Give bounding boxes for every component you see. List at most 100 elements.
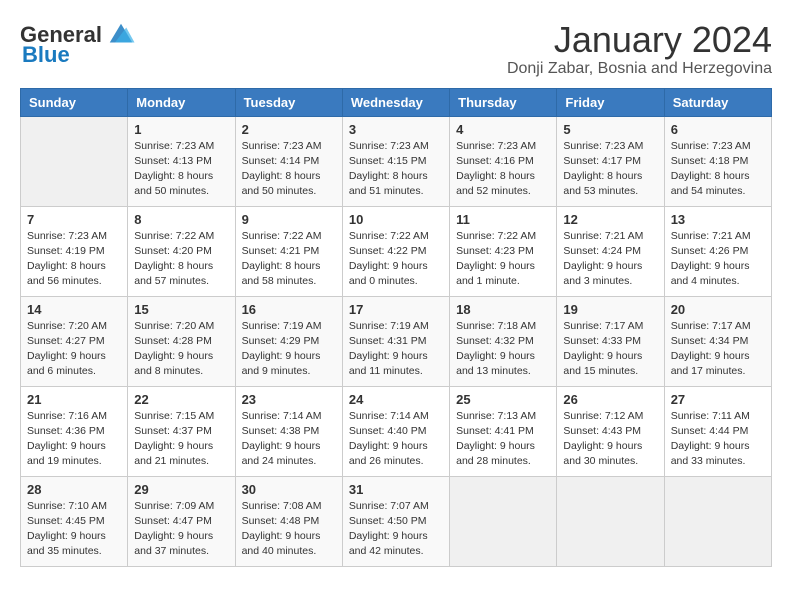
weekday-header-row: SundayMondayTuesdayWednesdayThursdayFrid… <box>21 88 772 116</box>
title-block: January 2024 Donji Zabar, Bosnia and Her… <box>507 20 772 78</box>
weekday-header-wednesday: Wednesday <box>342 88 449 116</box>
day-number: 16 <box>242 302 336 317</box>
day-info: Sunrise: 7:08 AMSunset: 4:48 PMDaylight:… <box>242 499 336 560</box>
day-info: Sunrise: 7:17 AMSunset: 4:34 PMDaylight:… <box>671 319 765 380</box>
day-info: Sunrise: 7:22 AMSunset: 4:22 PMDaylight:… <box>349 229 443 290</box>
calendar-cell: 9Sunrise: 7:22 AMSunset: 4:21 PMDaylight… <box>235 206 342 296</box>
calendar-cell <box>557 476 664 566</box>
calendar-cell: 30 Sunrise: 7:08 AMSunset: 4:48 PMDayligh… <box>235 476 342 566</box>
calendar-cell: 29Sunrise: 7:09 AMSunset: 4:47 PMDayligh… <box>128 476 235 566</box>
calendar-week-row: 7 Sunrise: 7:23 AMSunset: 4:19 PMDaylight… <box>21 206 772 296</box>
day-number: 27 <box>671 392 765 407</box>
day-number: 10 <box>349 212 443 227</box>
calendar-table: SundayMondayTuesdayWednesdayThursdayFrid… <box>20 88 772 567</box>
day-number: 11 <box>456 212 550 227</box>
day-info: Sunrise: 7:12 AMSunset: 4:43 PMDaylight:… <box>563 409 657 470</box>
calendar-cell: 25 Sunrise: 7:13 AMSunset: 4:41 PMDayligh… <box>450 386 557 476</box>
day-info: Sunrise: 7:23 AMSunset: 4:17 PMDaylight:… <box>563 139 657 200</box>
day-number: 7 <box>27 212 121 227</box>
calendar-cell <box>664 476 771 566</box>
weekday-header-thursday: Thursday <box>450 88 557 116</box>
calendar-week-row: 28 Sunrise: 7:10 AMSunset: 4:45 PMDayligh… <box>21 476 772 566</box>
day-info: Sunrise: 7:23 AMSunset: 4:14 PMDaylight:… <box>242 139 336 200</box>
calendar-cell: 21 Sunrise: 7:16 AMSunset: 4:36 PMDayligh… <box>21 386 128 476</box>
day-info: Sunrise: 7:09 AMSunset: 4:47 PMDaylight:… <box>134 499 228 560</box>
day-number: 17 <box>349 302 443 317</box>
day-info: Sunrise: 7:19 AMSunset: 4:29 PMDaylight:… <box>242 319 336 380</box>
day-number: 21 <box>27 392 121 407</box>
day-info: Sunrise: 7:10 AMSunset: 4:45 PMDaylight:… <box>27 499 121 560</box>
month-title: January 2024 <box>507 20 772 60</box>
calendar-week-row: 14Sunrise: 7:20 AMSunset: 4:27 PMDayligh… <box>21 296 772 386</box>
calendar-week-row: 1Sunrise: 7:23 AMSunset: 4:13 PMDaylight… <box>21 116 772 206</box>
weekday-header-sunday: Sunday <box>21 88 128 116</box>
logo: General Blue <box>20 20 136 66</box>
day-number: 24 <box>349 392 443 407</box>
day-number: 28 <box>27 482 121 497</box>
day-info: Sunrise: 7:21 AMSunset: 4:26 PMDaylight:… <box>671 229 765 290</box>
day-number: 13 <box>671 212 765 227</box>
day-number: 31 <box>349 482 443 497</box>
calendar-cell: 26 Sunrise: 7:12 AMSunset: 4:43 PMDayligh… <box>557 386 664 476</box>
day-number: 5 <box>563 122 657 137</box>
calendar-cell <box>450 476 557 566</box>
day-info: Sunrise: 7:17 AMSunset: 4:33 PMDaylight:… <box>563 319 657 380</box>
day-number: 15 <box>134 302 228 317</box>
calendar-cell: 10 Sunrise: 7:22 AMSunset: 4:22 PMDayligh… <box>342 206 449 296</box>
calendar-cell: 23Sunrise: 7:14 AMSunset: 4:38 PMDayligh… <box>235 386 342 476</box>
calendar-cell: 1Sunrise: 7:23 AMSunset: 4:13 PMDaylight… <box>128 116 235 206</box>
calendar-cell: 5 Sunrise: 7:23 AMSunset: 4:17 PMDaylight… <box>557 116 664 206</box>
day-number: 19 <box>563 302 657 317</box>
calendar-cell: 15 Sunrise: 7:20 AMSunset: 4:28 PMDayligh… <box>128 296 235 386</box>
day-number: 30 <box>242 482 336 497</box>
calendar-cell <box>21 116 128 206</box>
day-info: Sunrise: 7:23 AMSunset: 4:15 PMDaylight:… <box>349 139 443 200</box>
calendar-cell: 2Sunrise: 7:23 AMSunset: 4:14 PMDaylight… <box>235 116 342 206</box>
calendar-cell: 12Sunrise: 7:21 AMSunset: 4:24 PMDayligh… <box>557 206 664 296</box>
logo-icon <box>106 20 136 50</box>
calendar-cell: 27 Sunrise: 7:11 AMSunset: 4:44 PMDayligh… <box>664 386 771 476</box>
calendar-cell: 6 Sunrise: 7:23 AMSunset: 4:18 PMDaylight… <box>664 116 771 206</box>
day-number: 12 <box>563 212 657 227</box>
day-info: Sunrise: 7:23 AMSunset: 4:18 PMDaylight:… <box>671 139 765 200</box>
page-header: General Blue January 2024 Donji Zabar, B… <box>20 20 772 78</box>
day-info: Sunrise: 7:07 AMSunset: 4:50 PMDaylight:… <box>349 499 443 560</box>
day-number: 20 <box>671 302 765 317</box>
day-info: Sunrise: 7:11 AMSunset: 4:44 PMDaylight:… <box>671 409 765 470</box>
day-info: Sunrise: 7:23 AMSunset: 4:19 PMDaylight:… <box>27 229 121 290</box>
calendar-cell: 24 Sunrise: 7:14 AMSunset: 4:40 PMDayligh… <box>342 386 449 476</box>
calendar-cell: 20 Sunrise: 7:17 AMSunset: 4:34 PMDayligh… <box>664 296 771 386</box>
day-number: 4 <box>456 122 550 137</box>
day-info: Sunrise: 7:18 AMSunset: 4:32 PMDaylight:… <box>456 319 550 380</box>
calendar-cell: 17 Sunrise: 7:19 AMSunset: 4:31 PMDayligh… <box>342 296 449 386</box>
calendar-cell: 11 Sunrise: 7:22 AMSunset: 4:23 PMDayligh… <box>450 206 557 296</box>
weekday-header-saturday: Saturday <box>664 88 771 116</box>
day-info: Sunrise: 7:20 AMSunset: 4:27 PMDaylight:… <box>27 319 121 380</box>
day-info: Sunrise: 7:23 AMSunset: 4:16 PMDaylight:… <box>456 139 550 200</box>
day-number: 25 <box>456 392 550 407</box>
day-number: 1 <box>134 122 228 137</box>
day-info: Sunrise: 7:22 AMSunset: 4:20 PMDaylight:… <box>134 229 228 290</box>
logo-blue: Blue <box>22 44 70 66</box>
day-number: 22 <box>134 392 228 407</box>
day-info: Sunrise: 7:19 AMSunset: 4:31 PMDaylight:… <box>349 319 443 380</box>
day-number: 6 <box>671 122 765 137</box>
day-info: Sunrise: 7:16 AMSunset: 4:36 PMDaylight:… <box>27 409 121 470</box>
day-number: 3 <box>349 122 443 137</box>
day-info: Sunrise: 7:22 AMSunset: 4:23 PMDaylight:… <box>456 229 550 290</box>
calendar-cell: 16 Sunrise: 7:19 AMSunset: 4:29 PMDayligh… <box>235 296 342 386</box>
day-info: Sunrise: 7:14 AMSunset: 4:40 PMDaylight:… <box>349 409 443 470</box>
weekday-header-friday: Friday <box>557 88 664 116</box>
day-info: Sunrise: 7:15 AMSunset: 4:37 PMDaylight:… <box>134 409 228 470</box>
calendar-cell: 18Sunrise: 7:18 AMSunset: 4:32 PMDayligh… <box>450 296 557 386</box>
day-info: Sunrise: 7:13 AMSunset: 4:41 PMDaylight:… <box>456 409 550 470</box>
day-number: 26 <box>563 392 657 407</box>
calendar-cell: 4 Sunrise: 7:23 AMSunset: 4:16 PMDaylight… <box>450 116 557 206</box>
calendar-cell: 31 Sunrise: 7:07 AMSunset: 4:50 PMDayligh… <box>342 476 449 566</box>
day-info: Sunrise: 7:20 AMSunset: 4:28 PMDaylight:… <box>134 319 228 380</box>
calendar-cell: 13 Sunrise: 7:21 AMSunset: 4:26 PMDayligh… <box>664 206 771 296</box>
calendar-cell: 14Sunrise: 7:20 AMSunset: 4:27 PMDayligh… <box>21 296 128 386</box>
calendar-week-row: 21 Sunrise: 7:16 AMSunset: 4:36 PMDayligh… <box>21 386 772 476</box>
day-info: Sunrise: 7:14 AMSunset: 4:38 PMDaylight:… <box>242 409 336 470</box>
calendar-cell: 22 Sunrise: 7:15 AMSunset: 4:37 PMDayligh… <box>128 386 235 476</box>
